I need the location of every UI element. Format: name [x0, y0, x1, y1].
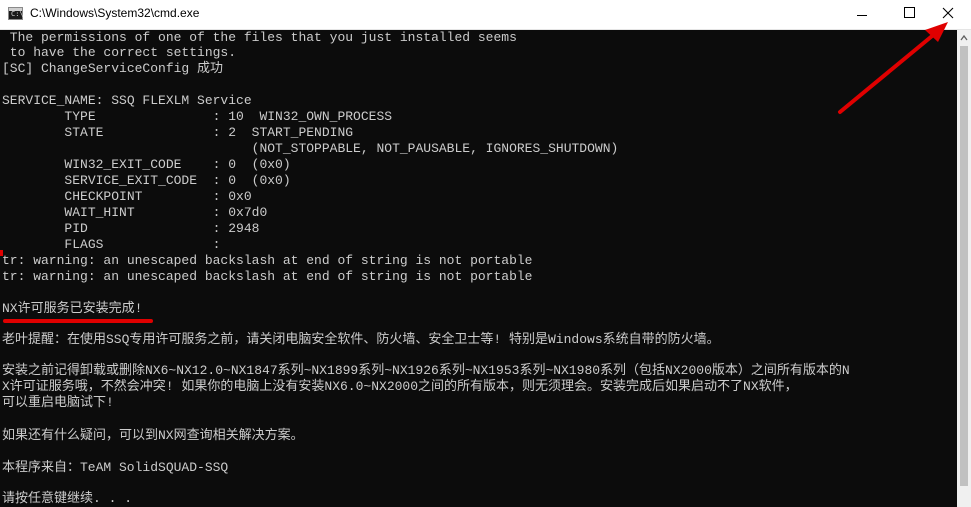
console-line: CHECKPOINT : 0x0 — [2, 189, 252, 204]
console-line: STATE : 2 START_PENDING — [2, 125, 354, 140]
console-line: 可以重启电脑试下! — [2, 395, 114, 410]
console-line: 请按任意键继续. . . — [2, 491, 133, 506]
console-line: 如果还有什么疑问，可以到NX网查询相关解决方案。 — [2, 428, 304, 443]
title-bar[interactable]: C:\ C:\Windows\System32\cmd.exe — [0, 0, 971, 30]
console-line: SERVICE_EXIT_CODE : 0 (0x0) — [2, 173, 291, 188]
console-line: The permissions of one of the files that… — [2, 30, 517, 45]
scroll-thumb[interactable] — [960, 46, 968, 486]
chevron-up-icon — [960, 34, 968, 41]
console-line: PID : 2948 — [2, 221, 260, 236]
scroll-up-button[interactable] — [957, 30, 971, 44]
console-line: tr: warning: an unescaped backslash at e… — [2, 253, 533, 268]
console-line: X许可证服务哦，不然会冲突! 如果你的电脑上没有安装NX6.0~NX2000之间… — [2, 379, 798, 394]
console-line: [SC] ChangeServiceConfig 成功 — [2, 61, 224, 76]
console-output[interactable]: The permissions of one of the files that… — [0, 30, 957, 507]
console-line: FLAGS : — [2, 237, 221, 252]
annotation-mark — [0, 250, 3, 256]
console-line: to have the correct settings. — [2, 45, 237, 60]
close-icon — [942, 7, 954, 19]
console-line: NX许可服务已安装完成! — [2, 301, 143, 316]
vertical-scrollbar[interactable] — [957, 30, 971, 507]
console-line: 老叶提醒：在使用SSQ专用许可服务之前，请关闭电脑安全软件、防火墙、安全卫士等!… — [2, 332, 720, 347]
console-line: TYPE : 10 WIN32_OWN_PROCESS — [2, 109, 393, 124]
console-line: 安装之前记得卸载或删除NX6~NX12.0~NX1847系列~NX1899系列~… — [2, 363, 850, 378]
minimize-icon — [857, 15, 867, 16]
annotation-underline — [3, 319, 153, 323]
minimize-button[interactable] — [839, 0, 885, 30]
close-button[interactable] — [925, 0, 971, 30]
console-line: (NOT_STOPPABLE, NOT_PAUSABLE, IGNORES_SH… — [2, 141, 619, 156]
console-line: WIN32_EXIT_CODE : 0 (0x0) — [2, 157, 291, 172]
console-line: SERVICE_NAME: SSQ FLEXLM Service — [2, 93, 252, 108]
cmd-icon-prompt: C:\ — [11, 10, 24, 18]
cmd-icon[interactable]: C:\ — [8, 7, 24, 20]
console-line: 本程序来自：TeAM SolidSQUAD-SSQ — [2, 460, 229, 475]
console-line: WAIT_HINT : 0x7d0 — [2, 205, 268, 220]
window-title: C:\Windows\System32\cmd.exe — [30, 6, 200, 20]
console-line: tr: warning: an unescaped backslash at e… — [2, 269, 533, 284]
